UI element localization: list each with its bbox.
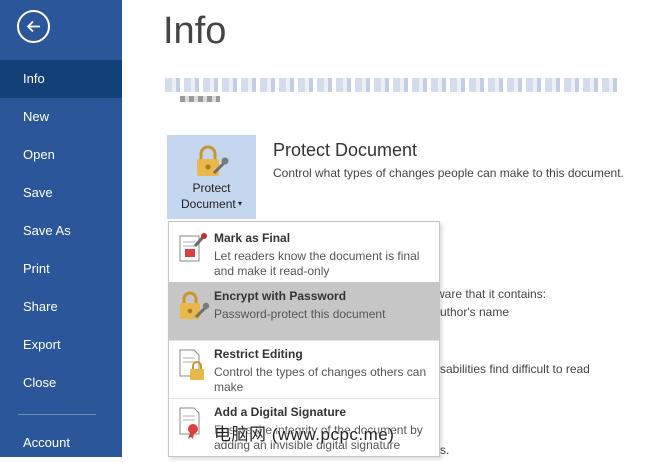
page-title: Info [163,10,227,52]
nav-new[interactable]: New [0,98,122,136]
menu-item-restrict-editing[interactable]: Restrict Editing Control the types of ch… [169,340,439,398]
inspect-text-4: s. [440,443,450,457]
nav-account[interactable]: Account [0,424,122,462]
digital-signature-icon [179,407,200,439]
nav-save-as[interactable]: Save As [0,212,122,250]
nav-export[interactable]: Export [0,326,122,364]
back-button[interactable] [17,10,50,43]
nav-divider [18,414,96,415]
nav-close[interactable]: Close [0,364,122,402]
mark-final-icon [179,233,207,262]
inspect-text-1: ware that it contains: [436,287,547,301]
dropdown-caret-icon: ▾ [235,199,242,208]
nav-open[interactable]: Open [0,136,122,174]
inspect-text-2: uthor's name [440,305,509,319]
backstage-sidebar: Info New Open Save Save As Print Share E… [0,0,122,457]
nav-info[interactable]: Info [0,60,122,98]
restrict-editing-icon [179,349,204,380]
menu-item-mark-as-final[interactable]: Mark as Final Let readers know the docum… [169,224,439,282]
nav-share[interactable]: Share [0,288,122,326]
lock-key-icon [197,145,229,176]
menu-item-description: Control the types of changes others can … [214,365,427,394]
watermark: 电脑网 (www.pcpc.me) [214,425,395,444]
document-path-blurred [165,78,620,92]
section-description: Control what types of changes people can… [273,166,624,180]
menu-item-description: Let readers know the document is final a… [214,249,420,278]
section-title: Protect Document [273,140,418,160]
protect-document-button[interactable]: Protect Document ▾ [167,135,256,219]
document-location-blurred [180,96,220,102]
protect-document-label: Protect Document ▾ [181,181,242,211]
menu-item-title: Mark as Final [214,231,291,245]
menu-item-title: Encrypt with Password [214,289,347,303]
inspect-text-3: sabilities find difficult to read [440,362,590,376]
nav-save[interactable]: Save [0,174,122,212]
arrow-left-icon [26,20,40,33]
menu-item-title: Add a Digital Signature [214,405,347,419]
menu-item-title: Restrict Editing [214,347,303,361]
lock-key-icon [180,291,210,319]
nav-print[interactable]: Print [0,250,122,288]
menu-item-encrypt-with-password[interactable]: Encrypt with Password Password-protect t… [169,282,439,340]
menu-item-description: Password-protect this document [214,307,386,321]
